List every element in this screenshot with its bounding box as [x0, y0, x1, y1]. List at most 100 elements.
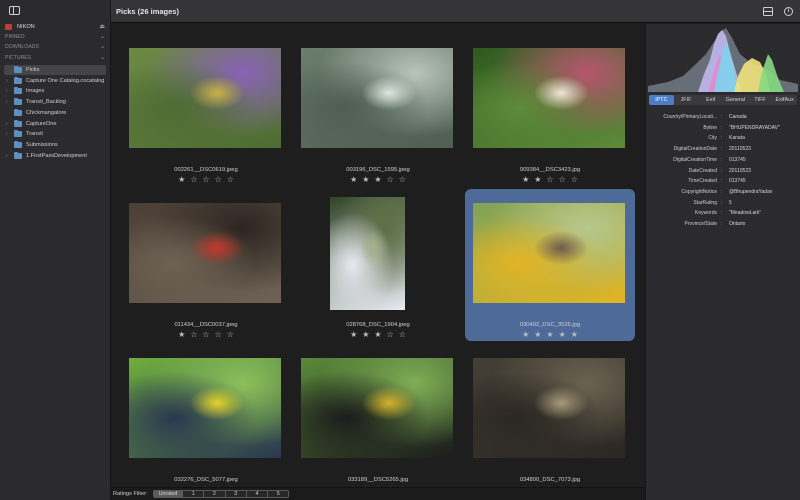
- sidebar-item[interactable]: Chickmangalore: [0, 108, 111, 118]
- star-empty-icon[interactable]: ☆: [559, 175, 571, 184]
- thumbnail-cell[interactable]: 009384__DSC3423.jpg ★★☆☆☆: [465, 34, 635, 186]
- metadata-separator: :: [721, 114, 723, 120]
- thumbnail-cell[interactable]: 002261__DSC0619.jpeg ★☆☆☆☆: [121, 34, 291, 186]
- star-empty-icon[interactable]: ☆: [227, 175, 239, 184]
- sidebar-item-label: Images: [26, 88, 45, 95]
- metadata-tab[interactable]: Exif: [698, 95, 723, 105]
- star-rating[interactable]: ★★★☆☆: [293, 175, 463, 184]
- star-filled-icon[interactable]: ★: [522, 330, 534, 339]
- info-icon[interactable]: i: [784, 7, 793, 16]
- star-filled-icon[interactable]: ★: [534, 175, 546, 184]
- star-empty-icon[interactable]: ☆: [190, 330, 202, 339]
- inspector-panel: IPTC JFIF Exif General TIFF ExifAux Country/P…: [645, 24, 800, 500]
- folder-icon: [14, 140, 22, 148]
- metadata-tab[interactable]: IPTC: [649, 95, 674, 105]
- rating-filter-option[interactable]: 1: [182, 491, 204, 497]
- star-filled-icon[interactable]: ★: [178, 330, 190, 339]
- thumbnail-cell[interactable]: 028768_DSC_1904.jpeg ★★★☆☆: [293, 189, 463, 341]
- sidebar-item[interactable]: › CaptureOne: [0, 119, 111, 129]
- thumbnail-cell[interactable]: 003196_DSC_1595.jpeg ★★★☆☆: [293, 34, 463, 186]
- star-rating[interactable]: ★★★★★: [465, 330, 635, 339]
- star-filled-icon[interactable]: ★: [350, 175, 362, 184]
- star-filled-icon[interactable]: ★: [522, 175, 534, 184]
- star-filled-icon[interactable]: ★: [571, 330, 583, 339]
- thumbnail-cell[interactable]: 032276_DSC_5077.jpeg★★★★★: [121, 344, 291, 487]
- star-empty-icon[interactable]: ☆: [190, 175, 202, 184]
- layout-icon[interactable]: [763, 7, 773, 16]
- star-filled-icon[interactable]: ★: [362, 330, 374, 339]
- metadata-row: StarRating:5: [646, 198, 800, 208]
- disclosure-icon[interactable]: ›: [6, 129, 8, 139]
- star-empty-icon[interactable]: ☆: [571, 175, 583, 184]
- disclosure-icon[interactable]: ›: [6, 151, 8, 161]
- sidebar-item[interactable]: Picks: [4, 65, 106, 75]
- star-rating[interactable]: ★★☆☆☆: [465, 175, 635, 184]
- metadata-key: Byline: [703, 124, 717, 131]
- star-filled-icon[interactable]: ★: [534, 330, 546, 339]
- rating-filter-option[interactable]: 3: [224, 491, 246, 497]
- ratings-filter-control[interactable]: Unrated 1 2 3 4 5: [153, 490, 290, 498]
- section-downloads[interactable]: DOWNLOADS ⌄: [0, 42, 111, 52]
- metadata-tab[interactable]: General: [723, 95, 748, 105]
- star-empty-icon[interactable]: ☆: [202, 330, 214, 339]
- sidebar-item[interactable]: › Transit_Backlog: [0, 97, 111, 107]
- rating-filter-option[interactable]: 5: [267, 491, 289, 497]
- star-filled-icon[interactable]: ★: [374, 175, 386, 184]
- sidebar-item[interactable]: › Capture One Catalog.cocatalog: [0, 76, 111, 86]
- star-empty-icon[interactable]: ☆: [215, 330, 227, 339]
- disclosure-icon[interactable]: ›: [6, 119, 8, 129]
- sidebar: NIKON ⏏ PINNED ⌄ DOWNLOADS ⌄ PICTURES ⌄ …: [0, 0, 111, 500]
- star-rating[interactable]: ★☆☆☆☆: [121, 330, 291, 339]
- disclosure-icon[interactable]: ›: [6, 76, 8, 86]
- star-empty-icon[interactable]: ☆: [546, 175, 558, 184]
- device-nikon[interactable]: NIKON ⏏: [0, 22, 111, 32]
- star-empty-icon[interactable]: ☆: [215, 175, 227, 184]
- thumbnail-cell[interactable]: 030402_DSC_3526.jpg ★★★★★: [465, 189, 635, 341]
- star-empty-icon[interactable]: ☆: [399, 175, 411, 184]
- image-thumbnail: [330, 197, 405, 310]
- disclosure-icon[interactable]: ›: [6, 86, 8, 96]
- star-empty-icon[interactable]: ☆: [227, 330, 239, 339]
- star-empty-icon[interactable]: ☆: [387, 330, 399, 339]
- section-pictures[interactable]: PICTURES ⌄: [0, 53, 111, 63]
- rating-filter-option[interactable]: Unrated: [154, 491, 182, 497]
- thumbnail-cell[interactable]: 034800_DSC_7073.jpg★★★☆☆: [465, 344, 635, 487]
- chevron-down-icon[interactable]: ⌄: [100, 53, 105, 63]
- metadata-row: DigitalCreationTime:013745: [646, 155, 800, 165]
- star-filled-icon[interactable]: ★: [546, 330, 558, 339]
- star-filled-icon[interactable]: ★: [559, 330, 571, 339]
- star-rating[interactable]: ★☆☆☆☆: [121, 175, 291, 184]
- metadata-tab[interactable]: JFIF: [674, 95, 699, 105]
- metadata-row: City: Kanata: [646, 133, 800, 143]
- metadata-key: City: [708, 135, 717, 142]
- metadata-separator: :: [721, 178, 723, 185]
- thumbnail-cell[interactable]: 033189__DSC5265.jpg★★★★★: [293, 344, 463, 487]
- thumbnail-cell[interactable]: 011434__DSC0037.jpeg ★☆☆☆☆: [121, 189, 291, 341]
- metadata-row: Province/State: Ontario: [646, 219, 800, 229]
- sidebar-item[interactable]: › Images: [0, 86, 111, 96]
- star-filled-icon[interactable]: ★: [178, 175, 190, 184]
- metadata-tab[interactable]: ExifAux: [772, 95, 797, 105]
- rating-filter-option[interactable]: 2: [203, 491, 225, 497]
- thumbnail-filename: 003196_DSC_1595.jpeg: [346, 167, 410, 173]
- star-rating[interactable]: ★★★☆☆: [293, 330, 463, 339]
- star-empty-icon[interactable]: ☆: [399, 330, 411, 339]
- chevron-down-icon[interactable]: ⌄: [100, 42, 105, 52]
- star-filled-icon[interactable]: ★: [350, 330, 362, 339]
- star-filled-icon[interactable]: ★: [362, 175, 374, 184]
- star-filled-icon[interactable]: ★: [374, 330, 386, 339]
- disclosure-icon[interactable]: ›: [6, 97, 8, 107]
- eject-icon[interactable]: ⏏: [99, 22, 105, 32]
- metadata-tab[interactable]: TIFF: [748, 95, 773, 105]
- star-empty-icon[interactable]: ☆: [387, 175, 399, 184]
- sidebar-toggle-icon[interactable]: [9, 6, 20, 15]
- sidebar-item[interactable]: › Transit: [0, 129, 111, 139]
- sidebar-item[interactable]: › 1.FirstPassDevelopment: [0, 151, 111, 161]
- image-thumbnail: [301, 48, 453, 148]
- rating-filter-option[interactable]: 4: [245, 491, 268, 497]
- star-empty-icon[interactable]: ☆: [202, 175, 214, 184]
- section-pinned[interactable]: PINNED ⌄: [0, 32, 111, 42]
- image-thumbnail: [301, 358, 453, 458]
- chevron-down-icon[interactable]: ⌄: [100, 32, 105, 42]
- sidebar-item[interactable]: Submissions: [0, 140, 111, 150]
